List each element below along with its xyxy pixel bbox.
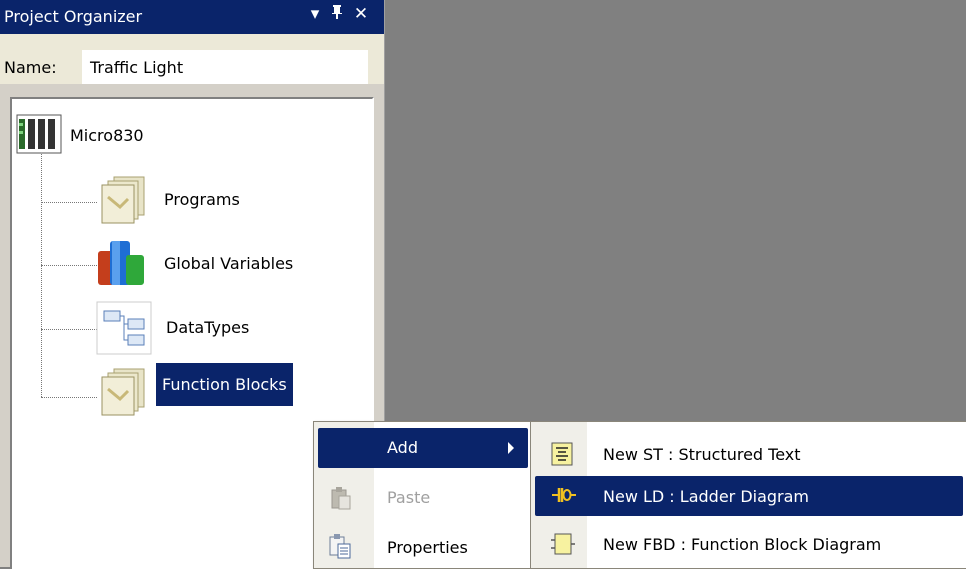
pin-icon[interactable]: [326, 4, 348, 25]
tree-node-label-selected: Function Blocks: [156, 363, 293, 406]
menu-item-label: New FBD : Function Block Diagram: [603, 535, 882, 554]
tree-connector: [41, 397, 97, 398]
panel-title: Project Organizer: [4, 7, 143, 26]
project-name-bar: Name: Traffic Light: [0, 34, 384, 84]
tree-node-label: DataTypes: [166, 318, 250, 337]
context-menu: Add Paste Properties: [313, 421, 535, 569]
tree-connector: [41, 202, 97, 203]
menu-item-label: New ST : Structured Text: [603, 445, 801, 464]
project-name-field[interactable]: Traffic Light: [82, 50, 368, 84]
tree-node-label: Programs: [164, 190, 240, 209]
tree-connector: [41, 151, 42, 397]
context-menu-item-add[interactable]: Add: [318, 428, 528, 468]
tree-node-label: Global Variables: [164, 254, 294, 273]
menu-item-label: Properties: [387, 538, 468, 557]
submenu-arrow-icon: [508, 442, 514, 454]
folder-stack-icon: [98, 175, 150, 229]
menu-item-label: New LD : Ladder Diagram: [603, 487, 810, 506]
function-block-diagram-icon: [551, 532, 575, 555]
folder-stack-icon: [98, 367, 150, 421]
controller-icon: [16, 113, 62, 159]
tree-node-label: Micro830: [70, 126, 144, 145]
global-variables-icon: [92, 237, 150, 295]
context-menu-item-properties[interactable]: Properties: [314, 528, 534, 568]
dropdown-icon[interactable]: ▾: [304, 4, 326, 24]
project-name-value: Traffic Light: [90, 58, 184, 77]
name-label: Name:: [4, 58, 57, 77]
structured-text-icon: [551, 442, 573, 466]
add-submenu: New ST : Structured Text New LD : Ladder…: [530, 421, 966, 569]
submenu-item-new-fbd[interactable]: New FBD : Function Block Diagram: [535, 524, 963, 564]
panel-titlebar: Project Organizer ▾ ✕: [0, 0, 384, 34]
ladder-diagram-icon: [551, 484, 576, 506]
context-menu-item-paste[interactable]: Paste: [314, 478, 534, 518]
submenu-item-new-ld[interactable]: New LD : Ladder Diagram: [535, 476, 963, 516]
menu-item-label: Add: [387, 438, 418, 457]
tree-connector: [41, 329, 97, 330]
paste-icon: [330, 486, 352, 514]
tree-connector: [41, 265, 97, 266]
properties-icon: [328, 534, 352, 564]
menu-item-label: Paste: [387, 488, 431, 507]
datatypes-icon: [96, 301, 152, 359]
close-icon[interactable]: ✕: [350, 4, 372, 24]
submenu-item-new-st[interactable]: New ST : Structured Text: [535, 434, 963, 474]
